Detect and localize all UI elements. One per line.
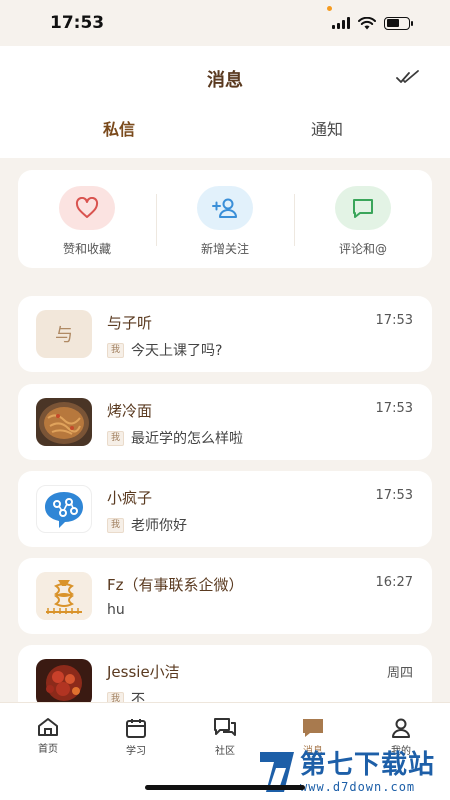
status-bar: 17:53 [0,0,450,46]
profile-icon [392,718,410,738]
conversation-name: 烤冷面 [107,402,153,420]
likes-and-favorites-button[interactable]: 赞和收藏 [18,170,156,257]
comments-label: 评论和@ [338,242,387,256]
conversation-item[interactable]: Fz（有事联系企微） 16:27 hu [18,558,432,634]
page-title: 消息 [207,70,243,91]
conversation-item[interactable]: 小疯子 17:53 我 老师你好 [18,471,432,547]
heart-icon [75,197,99,218]
conversation-name: 小疯子 [107,489,153,507]
nav-study[interactable]: 学习 [96,717,176,757]
conversation-time: 17:53 [375,488,413,503]
nav-community-label: 社区 [215,746,235,757]
nav-home[interactable]: 首页 [8,717,88,755]
food-photo-icon [36,398,92,446]
community-icon [214,718,236,736]
comment-icon [353,199,373,218]
conversation-preview: 我 今天上课了吗? [107,340,222,360]
likes-icon-circle [59,186,115,230]
new-followers-button[interactable]: 新增关注 [156,170,294,257]
signal-icon [332,17,350,29]
followers-label: 新增关注 [200,242,249,256]
comments-icon-circle [335,186,391,230]
watermark-brand: 第七下载站 [300,750,436,780]
status-icons [332,16,413,30]
nav-community[interactable]: 社区 [185,717,265,757]
watermark-url: www.d7down.com [300,780,416,794]
preview-text: 今天上课了吗? [131,343,223,359]
sender-tag: 我 [107,342,125,358]
avatar: 与 [36,310,92,358]
tab-private-messages[interactable]: 私信 [103,116,135,140]
privacy-indicator-dot [327,6,332,11]
header: 消息 私信 通知 [0,46,450,158]
status-time: 17:53 [50,13,105,33]
calendar-icon [126,719,146,738]
mark-all-read-icon[interactable] [396,68,420,86]
home-icon [38,718,58,736]
avatar [36,485,92,533]
nav-home-label: 首页 [38,744,58,755]
preview-text: 最近学的怎么样啦 [131,431,244,447]
conversation-name: Jessie小洁 [107,663,180,681]
tab-notifications[interactable]: 通知 [311,116,343,140]
conversation-name: 与子听 [107,314,153,332]
preview-text: hu [107,602,125,618]
conversation-preview: 我 老师你好 [107,515,187,535]
conversation-time: 16:27 [375,575,413,590]
conversation-time: 周四 [386,666,413,681]
nav-study-label: 学习 [126,746,146,757]
flower-photo-icon [36,659,92,707]
followers-icon-circle [197,186,253,230]
conversation-item[interactable]: 烤冷面 17:53 我 最近学的怎么样啦 [18,384,432,460]
conversation-time: 17:53 [375,401,413,416]
conversation-preview: hu [107,602,125,618]
avatar-initial: 与 [55,325,73,346]
battery-icon [384,16,413,30]
avatar [36,572,92,620]
conversation-item[interactable]: 与 与子听 17:53 我 今天上课了吗? [18,296,432,372]
likes-label: 赞和收藏 [62,242,111,256]
comments-and-mentions-button[interactable]: 评论和@ [294,170,432,257]
conversation-name: Fz（有事联系企微） [107,576,244,594]
home-indicator [145,785,305,790]
conversation-time: 17:53 [375,313,413,328]
avatar [36,659,92,707]
quick-actions-card: 赞和收藏 新增关注 评论和@ [18,170,432,268]
add-user-icon [212,198,237,218]
preview-text: 老师你好 [131,518,188,534]
watermark-text: 第七下载站 www.d7down.com [300,750,435,794]
avatar [36,398,92,446]
ornament-logo-icon [36,572,92,620]
sender-tag: 我 [107,430,125,446]
conversation-preview: 我 最近学的怎么样啦 [107,428,243,448]
message-icon [303,719,323,737]
sender-tag: 我 [107,517,125,533]
wifi-icon [358,16,376,29]
mind-bubble-icon [45,492,83,528]
